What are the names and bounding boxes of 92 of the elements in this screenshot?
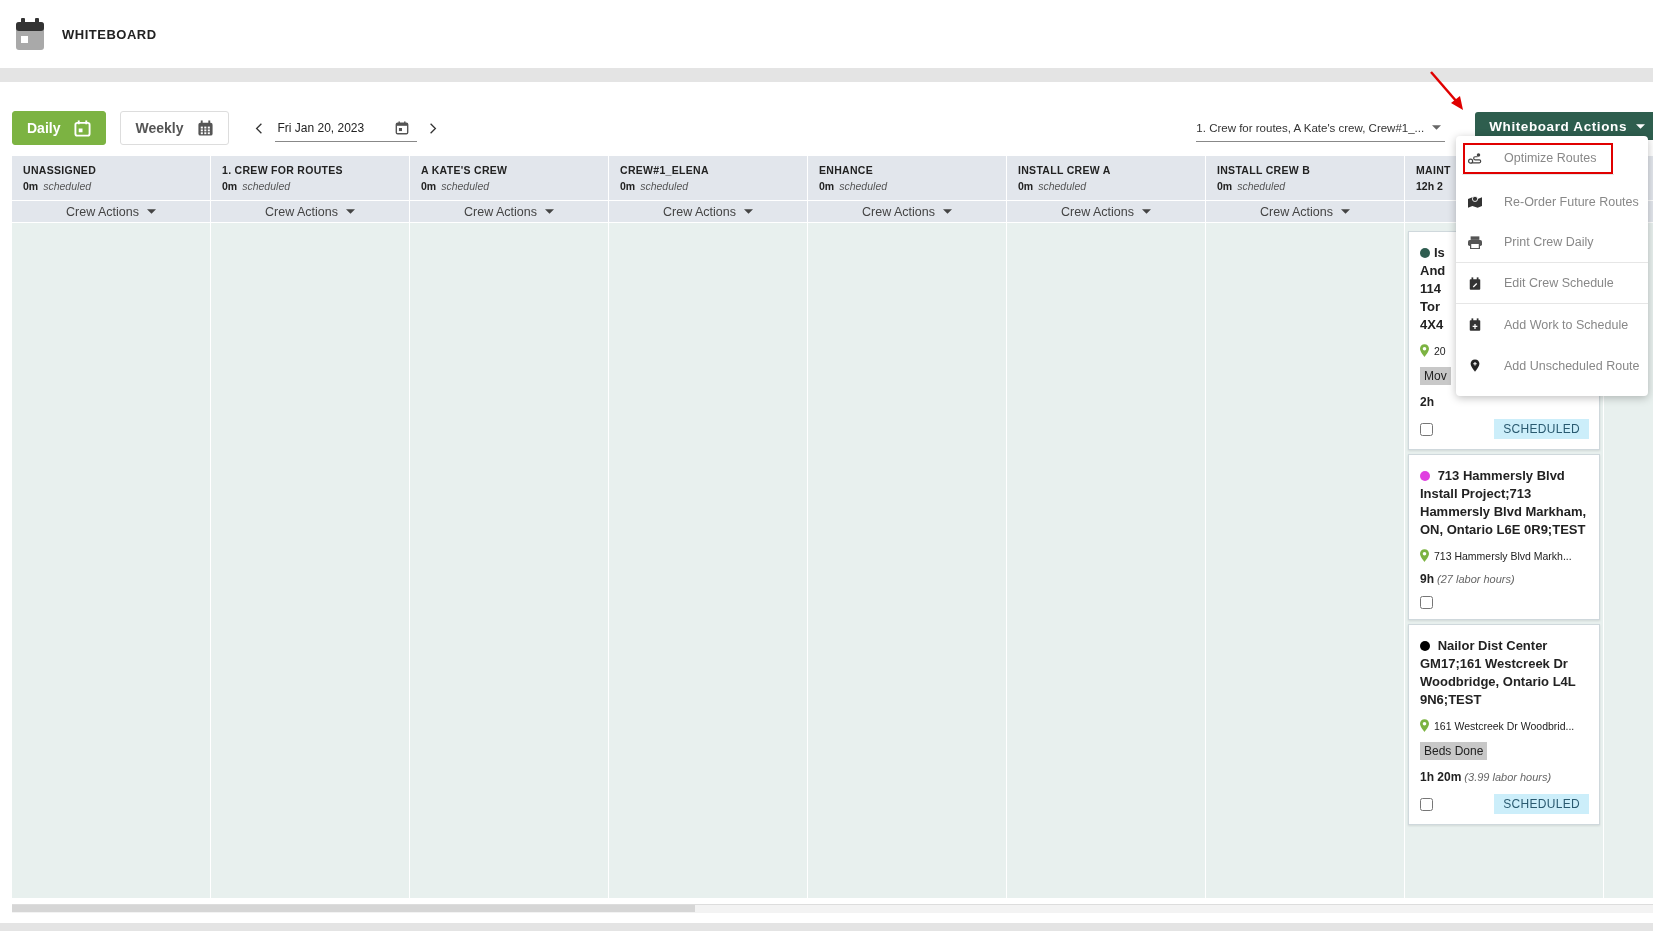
scheduled-label: scheduled (441, 180, 490, 192)
calendar-grid-icon (197, 119, 215, 137)
scheduled-label: scheduled (242, 180, 291, 192)
menu-item[interactable]: Optimize Routes (1462, 142, 1614, 175)
crew-actions-dropdown[interactable]: Crew Actions (1260, 204, 1350, 219)
job-address: 713 Hammersly Blvd Markh... (1434, 549, 1572, 562)
job-title-line: Is (1434, 244, 1445, 262)
job-address: 20 (1434, 344, 1446, 357)
job-card[interactable]: Nailor Dist Center GM17;161 Westcreek Dr Woodbridge, Ontario L4L 9N6;TEST 161 Westcreek Dr Woodbrid... Beds Done 1h 20m (3.99 labor hours) SCHEDULED (1408, 624, 1600, 825)
location-pin-icon (1420, 344, 1429, 357)
view-toggle-button[interactable]: Weekly (120, 111, 230, 145)
scrollbar-thumb[interactable] (12, 905, 695, 912)
map-pin-plus-icon (1468, 359, 1482, 372)
scheduled-duration: 12h 2 (1416, 180, 1443, 192)
job-duration: 2h (1420, 395, 1434, 409)
crew-actions-dropdown[interactable]: Crew Actions (66, 204, 156, 219)
map-icon (1468, 195, 1482, 208)
calendar-edit-icon (1468, 276, 1482, 290)
calendar-icon (74, 119, 92, 137)
crew-name: INSTALL CREW B (1217, 164, 1311, 176)
crew-name: MAINT (1416, 164, 1451, 176)
job-checkbox[interactable] (1420, 797, 1433, 811)
job-title-line: 114 (1420, 280, 1441, 298)
caret-icon (1340, 209, 1350, 214)
crew-actions-dropdown[interactable]: Crew Actions (1061, 204, 1151, 219)
scheduled-label: scheduled (1038, 180, 1087, 192)
crew-name: UNASSIGNED (23, 164, 96, 176)
caret-icon (1432, 125, 1442, 130)
labor-hours: (3.99 labor hours) (1464, 771, 1552, 783)
job-title-line: Tor (1420, 298, 1440, 316)
location-pin-icon (1420, 549, 1429, 562)
crew-actions-dropdown[interactable]: Crew Actions (862, 204, 952, 219)
annotation-arrow (1429, 70, 1465, 112)
scheduled-duration: 0m (1018, 180, 1034, 192)
crew-actions-dropdown[interactable]: Crew Actions (265, 204, 355, 219)
calendar-icon[interactable] (395, 120, 410, 135)
menu-item[interactable]: Add Unscheduled Route (1456, 345, 1648, 386)
job-address: 161 Westcreek Dr Woodbrid... (1434, 719, 1575, 732)
scheduled-label: scheduled (839, 180, 888, 192)
caret-icon (743, 209, 753, 214)
job-title: 713 Hammersly Blvd Install Project;713 Hammersly Blvd Markham, ON, Ontario L6E 0R9;TEST (1420, 468, 1587, 537)
labor-hours: (27 labor hours) (1437, 573, 1515, 585)
menu-item[interactable]: Add Work to Schedule (1456, 304, 1648, 345)
job-tag: Mov (1420, 367, 1451, 385)
horizontal-scrollbar[interactable] (12, 904, 1653, 913)
menu-item[interactable]: Print Crew Daily (1456, 222, 1648, 263)
scheduled-duration: 0m (421, 180, 437, 192)
caret-icon (1636, 123, 1645, 129)
job-checkbox[interactable] (1420, 596, 1433, 609)
menu-item[interactable]: Edit Crew Schedule (1456, 263, 1648, 304)
caret-icon (544, 209, 554, 214)
job-checkbox[interactable] (1420, 422, 1433, 436)
job-duration: 9h (1420, 572, 1434, 586)
menu-item[interactable]: Re-Order Future Routes (1456, 181, 1648, 222)
date-input[interactable]: Fri Jan 20, 2023 (275, 120, 390, 135)
printer-icon (1468, 235, 1482, 249)
job-duration: 1h 20m (1420, 770, 1462, 784)
job-title: Nailor Dist Center GM17;161 Westcreek Dr Woodbridge, Ontario L4L 9N6;TEST (1420, 638, 1576, 707)
job-card[interactable]: 713 Hammersly Blvd Install Project;713 Hammersly Blvd Markham, ON, Ontario L6E 0R9;TEST 713 Hammersly Blvd Markh... 9h (27 labor hours) (1408, 454, 1600, 620)
crew-name: A KATE'S CREW (421, 164, 508, 176)
crew-actions-dropdown[interactable]: Crew Actions (663, 204, 753, 219)
scheduled-duration: 0m (222, 180, 238, 192)
scheduled-label: scheduled (640, 180, 689, 192)
status-badge: SCHEDULED (1494, 419, 1589, 439)
location-pin-icon (1420, 719, 1429, 732)
crew-actions-dropdown[interactable]: Crew Actions (464, 204, 554, 219)
scheduled-duration: 0m (1217, 180, 1233, 192)
scheduled-label: scheduled (43, 180, 92, 192)
date-picker[interactable]: Fri Jan 20, 2023 (275, 114, 418, 142)
crew-filter-dropdown[interactable]: 1. Crew for routes, A Kate's crew, Crew#1_... (1196, 114, 1446, 142)
job-title-line: 4X4 (1420, 316, 1444, 334)
status-badge: SCHEDULED (1494, 794, 1589, 814)
caret-icon (345, 209, 355, 214)
scheduled-duration: 0m (23, 180, 39, 192)
scheduled-label: scheduled (1237, 180, 1286, 192)
calendar-icon (16, 18, 44, 50)
scheduled-duration: 0m (819, 180, 835, 192)
job-tag: Beds Done (1420, 742, 1488, 760)
job-title-line: And (1420, 262, 1446, 280)
calendar-plus-icon (1468, 318, 1482, 331)
chevron-left-icon (255, 121, 264, 135)
crew-name: CREW#1_ELENA (620, 164, 709, 176)
chevron-right-icon (429, 121, 438, 135)
scheduled-duration: 0m (620, 180, 636, 192)
page-title: WHITEBOARD (62, 26, 157, 42)
caret-icon (146, 209, 156, 214)
crew-name: INSTALL CREW A (1018, 164, 1111, 176)
caret-icon (942, 209, 952, 214)
crew-name: 1. CREW FOR ROUTES (222, 164, 343, 176)
caret-icon (1141, 209, 1151, 214)
route-icon (1468, 151, 1482, 165)
crew-name: ENHANCE (819, 164, 874, 176)
